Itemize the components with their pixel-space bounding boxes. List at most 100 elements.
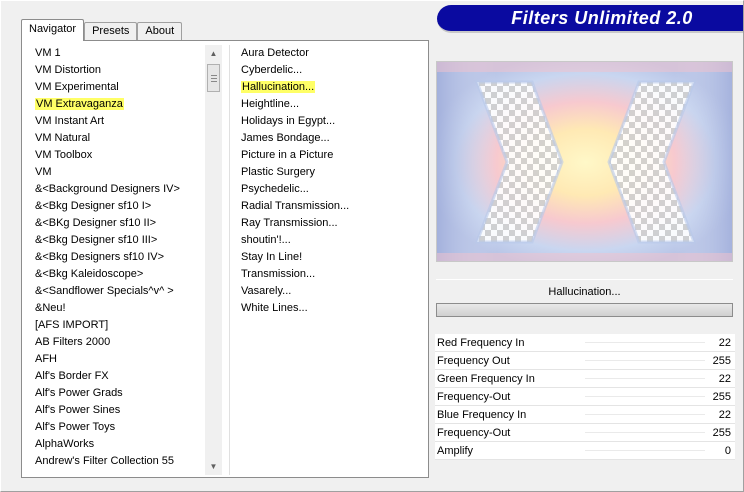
category-item[interactable]: Alf's Power Toys <box>31 419 203 436</box>
filter-item[interactable]: Vasarely... <box>237 283 417 300</box>
parameter-row[interactable]: Amplify 0 <box>435 442 735 460</box>
filter-item[interactable]: shoutin'!... <box>237 232 417 249</box>
filter-item[interactable]: Plastic Surgery <box>237 164 417 181</box>
category-item[interactable]: AB Filters 2000 <box>31 334 203 351</box>
category-label: &<Bkg Designers sf10 IV> <box>35 251 165 263</box>
category-item[interactable]: &<Background Designers IV> <box>31 181 203 198</box>
category-item[interactable]: [AFS IMPORT] <box>31 317 203 334</box>
category-item[interactable]: &Neu! <box>31 300 203 317</box>
filter-item[interactable]: Cyberdelic... <box>237 62 417 79</box>
filter-item[interactable]: Hallucination... <box>237 79 417 96</box>
filter-item[interactable]: Picture in a Picture <box>237 147 417 164</box>
category-label: VM Toolbox <box>35 149 93 161</box>
filter-label: Heightline... <box>241 98 300 110</box>
category-item[interactable]: VM Extravaganza <box>31 96 203 113</box>
category-label: Alf's Power Sines <box>35 404 121 416</box>
tab-about[interactable]: About <box>137 22 183 41</box>
category-item[interactable]: AlphaWorks <box>31 436 203 453</box>
filter-label: Stay In Line! <box>241 251 303 263</box>
parameter-label: Frequency-Out <box>437 390 511 403</box>
category-label: &<Bkg Designer sf10 I> <box>35 200 152 212</box>
category-item[interactable]: Andrew's Filter Collection 55 <box>31 453 203 470</box>
parameter-slider[interactable] <box>585 360 705 361</box>
filter-item[interactable]: Psychedelic... <box>237 181 417 198</box>
tab-presets[interactable]: Presets <box>84 22 138 41</box>
scroll-down-arrow-icon[interactable]: ▼ <box>205 458 222 475</box>
category-scrollbar[interactable]: ▲ ▼ <box>205 45 222 475</box>
filter-label: Picture in a Picture <box>241 149 334 161</box>
category-list[interactable]: VM 1 VM Distortion VM Experimental VM Extra… <box>31 45 203 475</box>
category-item[interactable]: &<Bkg Designer sf10 III> <box>31 232 203 249</box>
category-item[interactable]: VM Experimental <box>31 79 203 96</box>
preview-canvas <box>437 62 732 261</box>
parameter-value: 22 <box>718 372 731 385</box>
filter-label: James Bondage... <box>241 132 330 144</box>
tab-label: Presets <box>92 25 130 37</box>
parameter-row[interactable]: Frequency-Out 255 <box>435 424 735 442</box>
category-item[interactable]: &<Bkg Kaleidoscope> <box>31 266 203 283</box>
category-label: [AFS IMPORT] <box>35 319 109 331</box>
parameter-value: 22 <box>718 336 731 349</box>
category-label: Alf's Border FX <box>35 370 109 382</box>
filter-label: Holidays in Egypt... <box>241 115 336 127</box>
category-label: &<BKg Designer sf10 II> <box>35 217 157 229</box>
parameter-slider[interactable] <box>585 342 705 343</box>
category-label: VM Instant Art <box>35 115 105 127</box>
filter-item[interactable]: Ray Transmission... <box>237 215 417 232</box>
category-label: &<Background Designers IV> <box>35 183 180 195</box>
category-item[interactable]: &<Bkg Designers sf10 IV> <box>31 249 203 266</box>
grip-icon <box>210 74 217 82</box>
category-label: &Neu! <box>35 302 66 314</box>
filter-item[interactable]: Holidays in Egypt... <box>237 113 417 130</box>
tab-label: Navigator <box>29 23 77 35</box>
filter-item[interactable]: Aura Detector <box>237 45 417 62</box>
category-item[interactable]: Alf's Border FX <box>31 368 203 385</box>
filter-item[interactable]: White Lines... <box>237 300 417 317</box>
parameter-list: Red Frequency In 22 Frequency Out 255 Green … <box>435 334 735 460</box>
filter-item[interactable]: Transmission... <box>237 266 417 283</box>
category-label: VM Experimental <box>35 81 119 93</box>
parameter-slider[interactable] <box>585 432 705 433</box>
category-item[interactable]: &<BKg Designer sf10 II> <box>31 215 203 232</box>
parameter-label: Blue Frequency In <box>437 408 527 421</box>
category-item[interactable]: Alf's Power Grads <box>31 385 203 402</box>
parameter-row[interactable]: Red Frequency In 22 <box>435 334 735 352</box>
filter-label: Psychedelic... <box>241 183 309 195</box>
category-item[interactable]: &<Sandflower Specials^v^ > <box>31 283 203 300</box>
category-label: &<Sandflower Specials^v^ > <box>35 285 174 297</box>
scrollbar-thumb[interactable] <box>207 64 220 92</box>
scroll-up-arrow-icon[interactable]: ▲ <box>205 45 222 62</box>
category-item[interactable]: VM Toolbox <box>31 147 203 164</box>
filter-list[interactable]: Aura Detector Cyberdelic... Hallucination.… <box>237 45 417 475</box>
parameter-slider[interactable] <box>585 414 705 415</box>
parameter-row[interactable]: Frequency-Out 255 <box>435 388 735 406</box>
tab-navigator[interactable]: Navigator <box>21 19 85 41</box>
filter-item[interactable]: Radial Transmission... <box>237 198 417 215</box>
category-item[interactable]: VM 1 <box>31 45 203 62</box>
parameter-row[interactable]: Blue Frequency In 22 <box>435 406 735 424</box>
category-label: AlphaWorks <box>35 438 95 450</box>
category-label: VM Natural <box>35 132 91 144</box>
category-item[interactable]: VM Instant Art <box>31 113 203 130</box>
category-label: &<Bkg Designer sf10 III> <box>35 234 158 246</box>
filter-item[interactable]: James Bondage... <box>237 130 417 147</box>
category-item[interactable]: VM <box>31 164 203 181</box>
parameter-slider[interactable] <box>585 450 705 451</box>
parameter-value: 255 <box>712 354 731 367</box>
parameter-slider[interactable] <box>585 378 705 379</box>
preview-image <box>436 61 733 262</box>
parameter-row[interactable]: Frequency Out 255 <box>435 352 735 370</box>
filter-item[interactable]: Stay In Line! <box>237 249 417 266</box>
parameter-slider[interactable] <box>585 396 705 397</box>
filter-label: White Lines... <box>241 302 308 314</box>
category-label: AFH <box>35 353 57 365</box>
category-item[interactable]: Alf's Power Sines <box>31 402 203 419</box>
category-item[interactable]: VM Natural <box>31 130 203 147</box>
category-label: VM 1 <box>35 47 61 59</box>
filter-item[interactable]: Heightline... <box>237 96 417 113</box>
parameter-row[interactable]: Green Frequency In 22 <box>435 370 735 388</box>
category-item[interactable]: &<Bkg Designer sf10 I> <box>31 198 203 215</box>
category-item[interactable]: VM Distortion <box>31 62 203 79</box>
category-label: Andrew's Filter Collection 55 <box>35 455 175 467</box>
category-item[interactable]: AFH <box>31 351 203 368</box>
